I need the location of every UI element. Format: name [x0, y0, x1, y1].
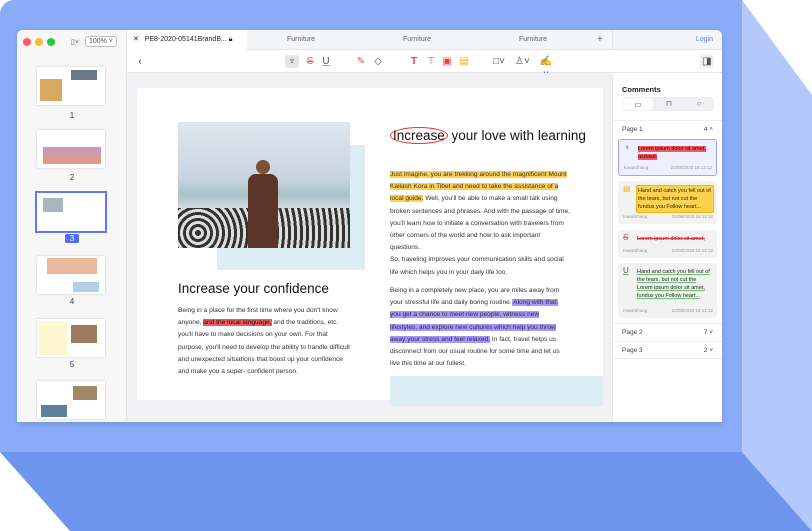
toolbar: ‹ ♆ S U ✎ ◇ T ⊤ ▣ ▤ □˅ ♙˅ ✍˅ ◨ [127, 50, 722, 80]
thumbnail-page-1[interactable] [37, 67, 105, 105]
search-icon[interactable]: ○ [684, 97, 714, 111]
close-window-button[interactable] [23, 38, 31, 46]
page-group-1[interactable]: Page 14 ˄ [613, 120, 722, 138]
comment-date: 22/08/2020 16:12:12 [671, 248, 713, 253]
window-controls [23, 38, 55, 46]
heading-love-learning: Increase your love with learning [390, 127, 590, 144]
comment-count: 2 [703, 347, 708, 354]
thumbnail-page-3[interactable] [35, 191, 107, 233]
new-tab-button[interactable]: + [597, 30, 603, 50]
page-label: Page 2 [622, 329, 643, 336]
comment-text: Lorem ipsum dolor sit amet, [637, 236, 705, 242]
document-viewer: Increase your love with learning Just im… [127, 73, 612, 422]
comment-date: 22/08/2020 16:12:12 [671, 214, 713, 219]
callout-icon[interactable]: ▣ [440, 55, 454, 68]
paragraph-text: So, traveling improves your communicatio… [390, 256, 564, 276]
minimize-window-button[interactable] [35, 38, 43, 46]
zoom-value: 100% [88, 38, 107, 45]
sidebar-layout-icon[interactable]: ▯˅ [71, 38, 79, 46]
paragraph-text: and the traditions, etc. you'll have to … [178, 319, 350, 376]
note-icon[interactable]: ▤ [457, 55, 471, 68]
comment-text: Hand and catch you fell out of the tears… [636, 185, 714, 213]
comment-card-highlight[interactable]: ♆ Lorem ipsum dolor sit amet, asdasd. Kwan… [618, 139, 717, 176]
travel-photo [178, 122, 350, 248]
thumbnail-number: 4 [69, 297, 75, 306]
comment-date: 22/08/2020 16:12:12 [670, 165, 712, 170]
tab-bar: ✕ PE8-2020-05141BrandB... 🔒︎ Furniture F… [127, 30, 722, 50]
tab-document[interactable]: ✕ PE8-2020-05141BrandB... 🔒︎ [127, 30, 247, 50]
comment-text: Hand and catch you fell out of the tears… [637, 269, 710, 299]
circled-word-annotation[interactable]: Increase [390, 127, 448, 144]
comment-date: 22/08/2020 16:12:12 [671, 308, 713, 313]
app-window: ▯˅ 100% ˅ 1 2 3 4 5 6 ✕ PE8-2020-05141Br… [17, 30, 722, 422]
panel-toggle-icon[interactable]: ◨ [700, 55, 714, 68]
tab-furniture-3[interactable]: Furniture [519, 30, 547, 50]
thumbnail-page-4[interactable] [37, 256, 105, 294]
bookmark-icon[interactable]: ⊓ [654, 97, 684, 111]
decorative-block [390, 376, 603, 406]
tab-label: PE8-2020-05141BrandB... [144, 36, 227, 43]
paragraph-2: Being in a completely new place, you are… [390, 285, 562, 370]
note-icon: ▤ [623, 184, 631, 193]
stamp-icon[interactable]: ♙˅ [515, 55, 530, 68]
thumbnail-page-6[interactable] [37, 381, 105, 419]
underline-icon[interactable]: U [319, 55, 333, 68]
comment-count: 4 [703, 126, 708, 133]
comments-tab-switcher: ▭ ⊓ ○ [622, 97, 714, 111]
paragraph-1: Just imagine, you are trekking around th… [390, 169, 570, 279]
document-page: Increase your love with learning Just im… [137, 88, 603, 406]
page-group-2[interactable]: Page 27 ˅ [613, 323, 722, 341]
comment-card-strikethrough[interactable]: S Lorem ipsum dolor sit amet, KwanShang 22/… [618, 230, 717, 258]
shape-icon[interactable]: □˅ [492, 55, 506, 68]
back-icon[interactable]: ‹ [133, 55, 147, 68]
comment-count: 7 [703, 329, 708, 336]
lock-icon: 🔒︎ [228, 36, 233, 43]
tab-furniture-2[interactable]: Furniture [403, 30, 431, 50]
text-icon[interactable]: T [407, 55, 421, 68]
paragraph-text: Well, you'll be able to make a small tal… [390, 195, 570, 252]
comment-author: KwanShang [623, 214, 648, 219]
textbox-icon[interactable]: ⊤ [424, 55, 438, 68]
highlight-icon[interactable]: ♆ [285, 55, 299, 68]
underline-icon: U [623, 266, 629, 275]
page-label: Page 3 [622, 347, 643, 354]
thumbnail-number: 5 [69, 360, 75, 369]
comments-title: Comments [622, 85, 661, 94]
page-label: Page 1 [622, 126, 643, 133]
comments-panel: Comments ▭ ⊓ ○ Page 14 ˄ ♆ Lorem ipsum do… [612, 73, 722, 422]
red-highlight[interactable]: and the local language, [203, 319, 272, 327]
comment-card-underline[interactable]: U Hand and catch you fell out of the tear… [618, 263, 717, 318]
strikethrough-icon: S [623, 233, 629, 242]
thumbnail-number: 3 [65, 234, 79, 243]
login-link[interactable]: Login [612, 30, 722, 50]
thumbnail-number: 1 [69, 111, 75, 120]
comment-icon[interactable]: ▭ [623, 98, 653, 110]
strikethrough-icon[interactable]: S [303, 55, 317, 68]
maximize-window-button[interactable] [47, 38, 55, 46]
comment-author: KwanShang [624, 165, 649, 170]
comment-card-note[interactable]: ▤ Hand and catch you fell out of the tear… [618, 181, 717, 224]
heading-confidence: Increase your confidence [178, 281, 329, 296]
pencil-icon[interactable]: ✎ [354, 55, 368, 68]
heading-text: your love with learning [447, 128, 586, 143]
paragraph-3: Being in a place for the first time wher… [178, 305, 350, 378]
comment-author: KwanShang [623, 308, 648, 313]
comment-text: Lorem ipsum dolor sit amet, asdasd. [638, 146, 706, 160]
tab-furniture-1[interactable]: Furniture [287, 30, 315, 50]
thumbnail-number: 2 [69, 173, 75, 182]
zoom-select[interactable]: 100% ˅ [84, 36, 117, 47]
thumbnail-page-2[interactable] [37, 130, 105, 168]
comment-author: KwanShang [623, 248, 648, 253]
thumbnail-page-5[interactable] [37, 319, 105, 357]
highlight-icon: ♆ [624, 143, 630, 152]
page-group-3[interactable]: Page 32 ˅ [613, 341, 722, 359]
eraser-icon[interactable]: ◇ [371, 55, 385, 68]
thumbnail-sidebar: ▯˅ 100% ˅ 1 2 3 4 5 6 [17, 30, 127, 422]
